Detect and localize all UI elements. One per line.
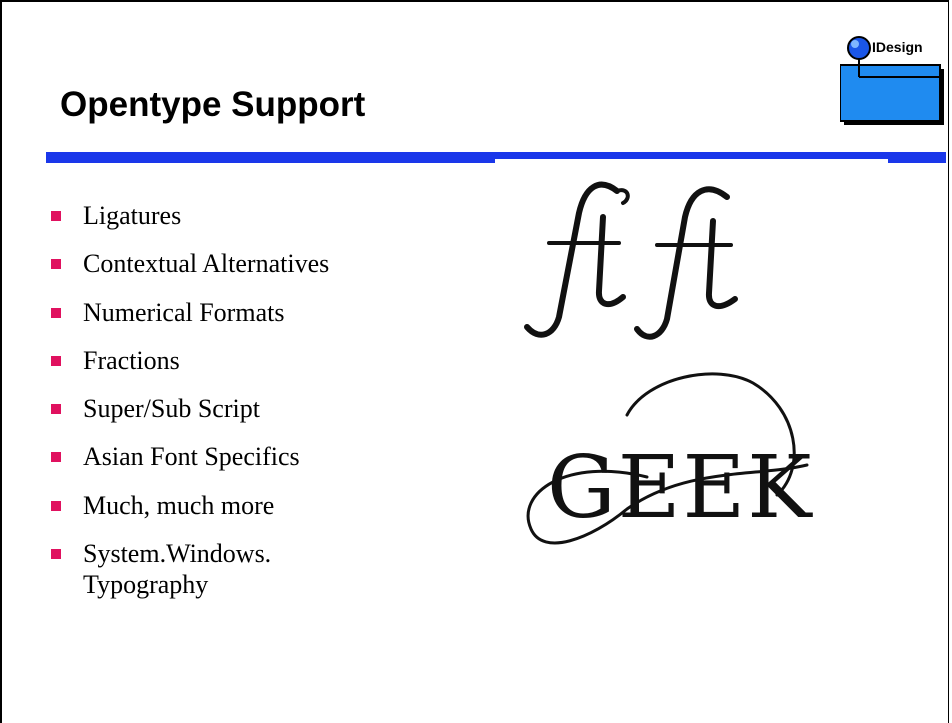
- bullet-square-icon: [51, 307, 61, 318]
- bullet-text: Asian Font Specifics: [83, 442, 300, 472]
- bullet-square-icon: [51, 549, 61, 560]
- bullet-item: Super/Sub Script: [51, 393, 471, 424]
- logo-text: IDesign: [872, 39, 923, 55]
- bullet-text: Super/Sub Script: [83, 394, 260, 424]
- geek-text: GEEK: [547, 438, 814, 538]
- bullet-item: Much, much more: [51, 490, 471, 521]
- ligature-stem: [595, 214, 626, 308]
- slide: Opentype Support IDesign Ligatures Conte…: [0, 0, 949, 723]
- bullet-item: Contextual Alternatives: [51, 248, 471, 279]
- bullet-square-icon: [51, 211, 61, 221]
- bullet-item: Asian Font Specifics: [51, 441, 471, 472]
- bullet-square-icon: [51, 500, 61, 511]
- bullet-text: Much, much more: [83, 490, 275, 520]
- bullet-text-line-1: System.Windows.: [83, 539, 272, 569]
- bullet-item: Numerical Formats: [51, 297, 471, 328]
- bullet-item: Ligatures: [51, 200, 471, 231]
- bullet-square-icon: [51, 452, 61, 463]
- ligature-swash: [615, 188, 630, 205]
- bullet-text: Ligatures: [83, 201, 182, 230]
- ligature-stem: [705, 218, 738, 310]
- bullet-text: Fractions: [83, 345, 180, 375]
- typography-illustration: ft ft GEEK: [524, 181, 814, 545]
- bullet-square-icon: [51, 355, 61, 366]
- bullet-item: System.Windows. Typography: [51, 538, 471, 600]
- bullet-text-line-2: Typography: [83, 570, 209, 600]
- bullet-item: Fractions: [51, 345, 471, 376]
- bullet-square-icon: [51, 404, 61, 415]
- bullet-square-icon: [51, 259, 61, 270]
- bullet-text: Numerical Formats: [83, 297, 285, 327]
- bullet-text: Contextual Alternatives: [83, 249, 330, 279]
- bullet-list: Ligatures Contextual Alternatives Numeri…: [51, 200, 471, 617]
- title-rule-gap: [495, 159, 888, 165]
- slide-title: Opentype Support: [60, 85, 366, 124]
